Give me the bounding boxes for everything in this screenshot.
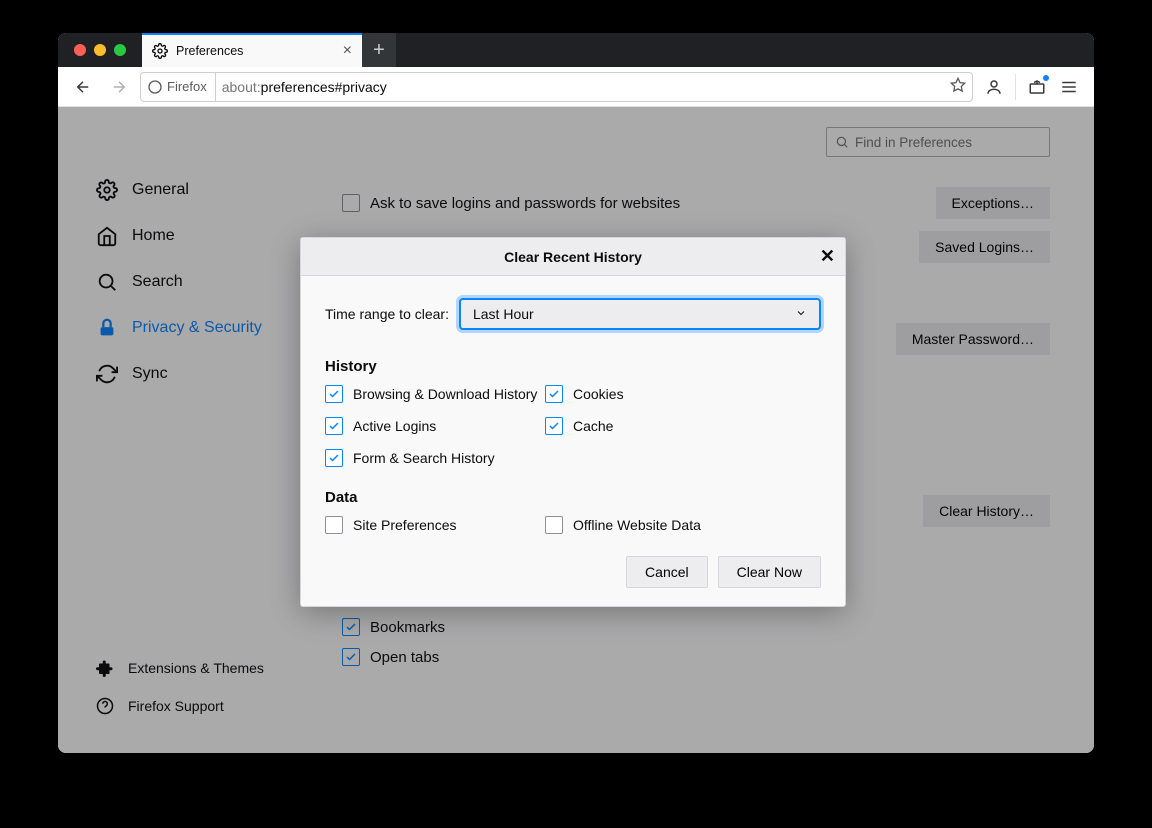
time-range-label: Time range to clear:	[325, 306, 449, 322]
notification-dot-icon	[1043, 75, 1049, 81]
dialog-close-button[interactable]: ✕	[820, 246, 835, 267]
close-window-button[interactable]	[74, 44, 86, 56]
checkbox-label: Offline Website Data	[573, 517, 701, 533]
browsing-history-checkbox[interactable]	[325, 385, 343, 403]
tab-preferences[interactable]: Preferences ×	[142, 33, 362, 67]
bookmark-star-icon[interactable]	[950, 77, 966, 96]
minimize-window-button[interactable]	[94, 44, 106, 56]
site-identity[interactable]: Firefox	[147, 73, 216, 101]
history-section-heading: History	[325, 358, 821, 375]
offline-data-checkbox[interactable]	[545, 516, 563, 534]
cache-checkbox[interactable]	[545, 417, 563, 435]
whats-new-button[interactable]	[1022, 72, 1052, 102]
chevron-down-icon	[795, 306, 807, 322]
form-history-checkbox[interactable]	[325, 449, 343, 467]
navigation-toolbar: Firefox about:preferences#privacy	[58, 67, 1094, 107]
gear-icon	[152, 43, 168, 59]
data-section-heading: Data	[325, 489, 821, 506]
site-preferences-checkbox[interactable]	[325, 516, 343, 534]
time-range-value: Last Hour	[473, 306, 534, 322]
checkbox-label: Cookies	[573, 386, 624, 402]
forward-button[interactable]	[104, 72, 134, 102]
identity-label: Firefox	[167, 79, 207, 94]
checkbox-label: Cache	[573, 418, 613, 434]
url-bar[interactable]: Firefox about:preferences#privacy	[140, 72, 973, 102]
checkbox-label: Browsing & Download History	[353, 386, 537, 402]
cancel-button[interactable]: Cancel	[626, 556, 708, 588]
separator	[1015, 74, 1016, 100]
account-button[interactable]	[979, 72, 1009, 102]
back-button[interactable]	[68, 72, 98, 102]
clear-history-dialog: Clear Recent History ✕ Time range to cle…	[300, 237, 846, 607]
maximize-window-button[interactable]	[114, 44, 126, 56]
data-checkbox-grid: Site Preferences Offline Website Data	[325, 516, 821, 534]
browser-window: Preferences × + Firefox about:preference…	[58, 33, 1094, 753]
cookies-checkbox[interactable]	[545, 385, 563, 403]
window-controls	[58, 33, 142, 67]
toolbar-right	[979, 72, 1084, 102]
checkbox-label: Active Logins	[353, 418, 436, 434]
menu-button[interactable]	[1054, 72, 1084, 102]
checkbox-label: Site Preferences	[353, 517, 457, 533]
close-tab-button[interactable]: ×	[343, 42, 352, 60]
dialog-title: Clear Recent History	[504, 249, 642, 265]
tab-strip: Preferences × +	[58, 33, 1094, 67]
clear-now-button[interactable]: Clear Now	[718, 556, 821, 588]
url-text: about:preferences#privacy	[222, 79, 387, 95]
checkbox-label: Form & Search History	[353, 450, 495, 466]
active-logins-checkbox[interactable]	[325, 417, 343, 435]
content-area: General Home Search	[58, 107, 1094, 753]
dialog-header: Clear Recent History ✕	[301, 238, 845, 276]
tab-title: Preferences	[176, 44, 335, 58]
time-range-select[interactable]: Last Hour	[459, 298, 821, 330]
history-checkbox-grid: Browsing & Download History Cookies Acti…	[325, 385, 821, 467]
new-tab-button[interactable]: +	[362, 33, 396, 67]
